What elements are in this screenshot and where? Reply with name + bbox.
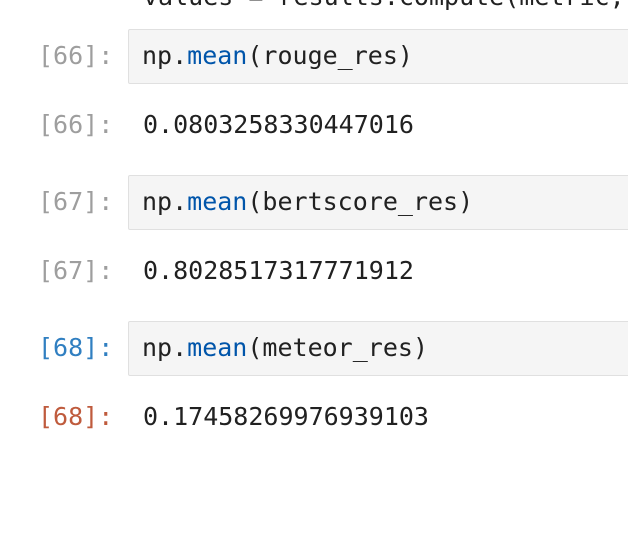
code-line[interactable]: np.mean(bertscore_res) (142, 187, 473, 217)
input-prompt: [66]: (38, 41, 114, 70)
code-prefix: np. (142, 187, 188, 216)
code-args: (rouge_res) (247, 41, 413, 70)
clipped-output-line: values = results.compute(metric, ... ) (143, 0, 628, 12)
code-function: mean (187, 41, 248, 70)
code-function: mean (187, 187, 248, 216)
output-prompt: [66]: (38, 110, 114, 139)
code-args: (bertscore_res) (247, 187, 474, 216)
code-line[interactable]: np.mean(meteor_res) (142, 333, 428, 363)
output-prompt: [67]: (38, 256, 114, 285)
code-input-area[interactable]: np.mean(meteor_res) (128, 321, 628, 376)
input-prompt: [68]: (38, 333, 114, 362)
code-function: mean (187, 333, 248, 362)
input-prompt: [67]: (38, 187, 114, 216)
cell-output: 0.17458269976939103 (143, 402, 429, 431)
code-input-area[interactable]: np.mean(bertscore_res) (128, 175, 628, 230)
cell-output: 0.8028517317771912 (143, 256, 414, 285)
code-line[interactable]: np.mean(rouge_res) (142, 41, 413, 71)
code-args: (meteor_res) (247, 333, 428, 362)
code-input-area[interactable]: np.mean(rouge_res) (128, 29, 628, 84)
output-prompt: [68]: (38, 402, 114, 431)
code-prefix: np. (142, 333, 188, 362)
cell-output: 0.0803258330447016 (143, 110, 414, 139)
code-prefix: np. (142, 41, 188, 70)
